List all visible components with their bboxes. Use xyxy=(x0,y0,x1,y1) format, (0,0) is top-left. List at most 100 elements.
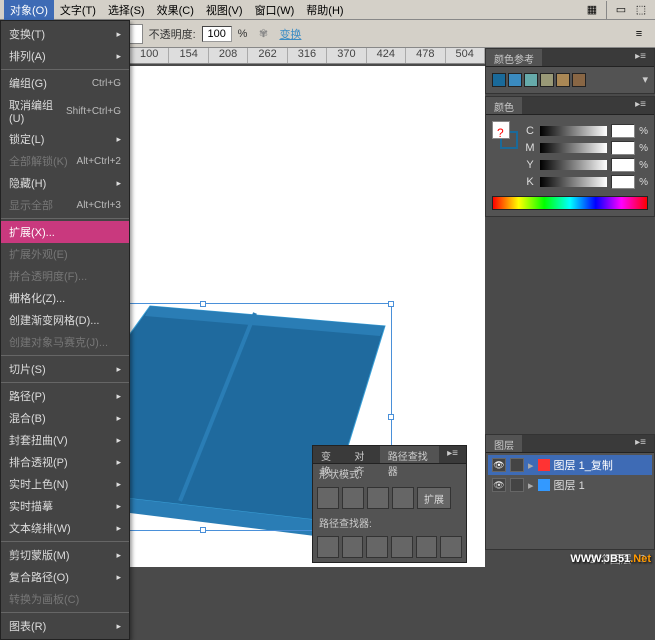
opacity-label: 不透明度: xyxy=(149,26,196,42)
trim-button[interactable] xyxy=(342,536,364,558)
menu-help[interactable]: 帮助(H) xyxy=(300,0,349,20)
arrange-icon[interactable]: ▭ xyxy=(611,0,631,20)
menu-item: 全部解锁(K)Alt+Ctrl+2 xyxy=(1,150,129,172)
menu-item[interactable]: 扩展(X)... xyxy=(1,221,129,243)
menu-window[interactable]: 窗口(W) xyxy=(249,0,301,20)
menu-item[interactable]: 隐藏(H)▸ xyxy=(1,172,129,194)
pathfinder-label: 路径查找器: xyxy=(313,513,466,532)
fill-indicator[interactable]: ? xyxy=(492,121,510,139)
watermark: WWW.JB51.Net xyxy=(570,550,651,565)
layers-panel: 图层 ▸≡ 👁▸图层 1_复制👁▸图层 1 xyxy=(485,434,655,558)
eye-icon[interactable]: 👁 xyxy=(492,458,506,472)
slider-value[interactable] xyxy=(611,124,635,138)
layers-tab[interactable]: 图层 xyxy=(486,435,522,452)
chevron-down-icon[interactable]: ▾ xyxy=(642,73,648,87)
recolor-icon[interactable]: ✾ xyxy=(253,24,273,44)
slider-value[interactable] xyxy=(611,158,635,172)
chevron-right-icon[interactable]: ▸ xyxy=(528,479,534,492)
menu-item[interactable]: 剪切蒙版(M)▸ xyxy=(1,544,129,566)
menu-view[interactable]: 视图(V) xyxy=(200,0,249,20)
eye-icon[interactable]: 👁 xyxy=(492,478,506,492)
menubar: 对象(O) 文字(T) 选择(S) 效果(C) 视图(V) 窗口(W) 帮助(H… xyxy=(0,0,655,20)
expand-button[interactable]: 扩展 xyxy=(417,487,451,509)
object-menu-dropdown: 变换(T)▸排列(A)▸ 编组(G)Ctrl+G取消编组(U)Shift+Ctrl… xyxy=(0,20,130,640)
slider-value[interactable] xyxy=(611,175,635,189)
pathfinder-tab[interactable]: 路径查找器 xyxy=(380,446,439,463)
menu-object[interactable]: 对象(O) xyxy=(4,0,54,20)
panels-dock: 颜色参考 ▸≡ ▾ 颜色 ▸≡ ? xyxy=(485,48,655,560)
color-guide-panel: 颜色参考 ▸≡ ▾ xyxy=(485,48,655,94)
lock-icon[interactable] xyxy=(510,458,524,472)
slider-value[interactable] xyxy=(611,141,635,155)
panel-flyout-icon[interactable]: ▸≡ xyxy=(439,446,466,463)
divide-button[interactable] xyxy=(317,536,339,558)
menu-item[interactable]: 混合(B)▸ xyxy=(1,407,129,429)
minus-front-button[interactable] xyxy=(342,487,364,509)
opacity-input[interactable] xyxy=(202,26,232,42)
sel-handle-e[interactable] xyxy=(388,414,394,420)
transform-tab[interactable]: 变换 xyxy=(313,446,346,463)
exclude-button[interactable] xyxy=(392,487,414,509)
swatch[interactable] xyxy=(540,73,554,87)
swatch[interactable] xyxy=(524,73,538,87)
merge-button[interactable] xyxy=(366,536,388,558)
layer-row[interactable]: 👁▸图层 1_复制 xyxy=(488,455,652,475)
bridge-icon[interactable]: ▦ xyxy=(582,0,602,20)
swatch[interactable] xyxy=(508,73,522,87)
slider-track[interactable] xyxy=(540,143,607,153)
panel-flyout-icon[interactable]: ▸≡ xyxy=(627,435,654,452)
menu-item[interactable]: 创建渐变网格(D)... xyxy=(1,309,129,331)
intersect-button[interactable] xyxy=(367,487,389,509)
slider-track[interactable] xyxy=(540,160,607,170)
zoom-icon[interactable]: ⬚ xyxy=(631,0,651,20)
chevron-right-icon[interactable]: ▸ xyxy=(528,459,534,472)
ruler-horizontal: 100154208262316370424478504 xyxy=(130,48,485,64)
outline-button[interactable] xyxy=(416,536,438,558)
align-tab[interactable]: 对齐 xyxy=(346,446,379,463)
menu-item[interactable]: 排列(A)▸ xyxy=(1,45,129,67)
menu-item[interactable]: 变换(T)▸ xyxy=(1,23,129,45)
menu-item: 拼合透明度(F)... xyxy=(1,265,129,287)
menu-item[interactable]: 图表(R)▸ xyxy=(1,615,129,637)
sel-handle-ne[interactable] xyxy=(388,301,394,307)
menu-item: 扩展外观(E) xyxy=(1,243,129,265)
pct-label: % xyxy=(238,28,248,40)
swatch[interactable] xyxy=(556,73,570,87)
menu-item[interactable]: 实时描摹▸ xyxy=(1,495,129,517)
unite-button[interactable] xyxy=(317,487,339,509)
menu-item[interactable]: 复合路径(O)▸ xyxy=(1,566,129,588)
menu-item[interactable]: 切片(S)▸ xyxy=(1,358,129,380)
menu-effect[interactable]: 效果(C) xyxy=(151,0,200,20)
menu-item[interactable]: 栅格化(Z)... xyxy=(1,287,129,309)
transform-link[interactable]: 变换 xyxy=(279,26,301,42)
menu-item[interactable]: 锁定(L)▸ xyxy=(1,128,129,150)
menu-item[interactable]: 取消编组(U)Shift+Ctrl+G xyxy=(1,94,129,128)
menu-type[interactable]: 文字(T) xyxy=(54,0,102,20)
menu-item[interactable]: 封套扭曲(V)▸ xyxy=(1,429,129,451)
swatch[interactable] xyxy=(572,73,586,87)
color-tab[interactable]: 颜色 xyxy=(486,97,522,114)
menu-item: 转换为画板(C) xyxy=(1,588,129,610)
swatch[interactable] xyxy=(492,73,506,87)
crop-button[interactable] xyxy=(391,536,413,558)
color-panel: 颜色 ▸≡ ? C%M%Y%K% xyxy=(485,96,655,217)
menu-select[interactable]: 选择(S) xyxy=(102,0,151,20)
panel-flyout-icon[interactable]: ▸≡ xyxy=(627,49,654,66)
menu-item[interactable]: 实时上色(N)▸ xyxy=(1,473,129,495)
layer-row[interactable]: 👁▸图层 1 xyxy=(488,475,652,495)
menu-item[interactable]: 路径(P)▸ xyxy=(1,385,129,407)
spectrum-bar[interactable] xyxy=(492,196,648,210)
slider-track[interactable] xyxy=(540,126,607,136)
minus-back-button[interactable] xyxy=(440,536,462,558)
lock-icon[interactable] xyxy=(510,478,524,492)
menu-item[interactable]: 编组(G)Ctrl+G xyxy=(1,72,129,94)
panel-flyout-icon[interactable]: ▸≡ xyxy=(627,97,654,114)
align-icon[interactable]: ≡ xyxy=(629,24,649,44)
menu-item: 显示全部Alt+Ctrl+3 xyxy=(1,194,129,216)
sel-handle-n[interactable] xyxy=(200,301,206,307)
color-guide-tab[interactable]: 颜色参考 xyxy=(486,49,542,66)
menu-item[interactable]: 文本绕排(W)▸ xyxy=(1,517,129,539)
menu-item[interactable]: 排合透视(P)▸ xyxy=(1,451,129,473)
slider-track[interactable] xyxy=(540,177,607,187)
sel-handle-s[interactable] xyxy=(200,527,206,533)
